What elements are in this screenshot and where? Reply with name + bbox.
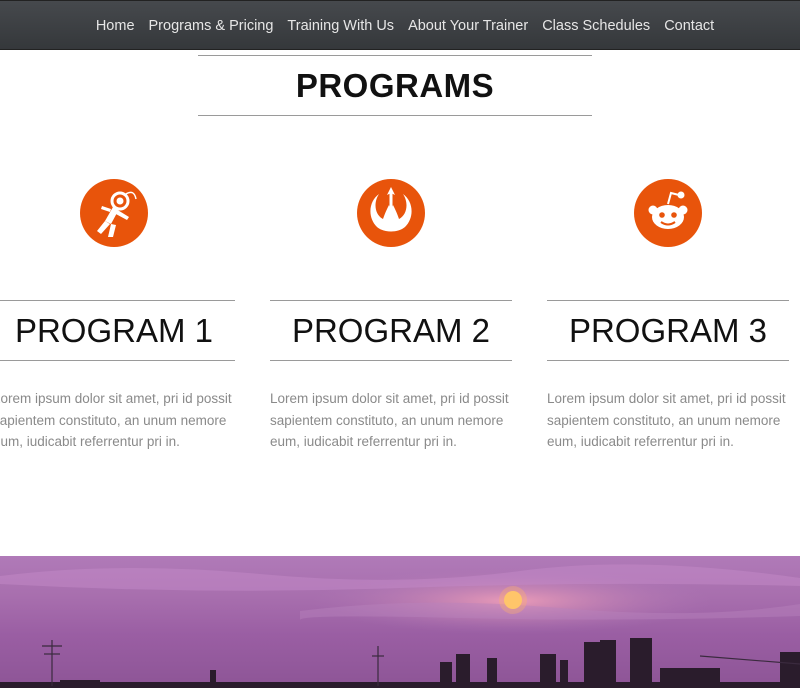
top-navbar: Home Programs & Pricing Training With Us… — [0, 0, 800, 50]
nav-menu: Home Programs & Pricing Training With Us… — [0, 1, 800, 51]
program-1-description: Lorem ipsum dolor sit amet, pri id possi… — [0, 391, 232, 449]
hero-banner-image — [0, 556, 800, 688]
nav-home-link[interactable]: Home — [96, 18, 135, 34]
program-2-title: PROGRAM 2 — [270, 300, 512, 361]
program-3-description: Lorem ipsum dolor sit amet, pri id possi… — [547, 391, 786, 449]
programs-heading: PROGRAMS — [198, 55, 592, 116]
nav-programs-pricing-link[interactable]: Programs & Pricing — [149, 18, 274, 34]
program-1-title: PROGRAM 1 — [0, 300, 235, 361]
astronaut-icon — [80, 179, 148, 247]
program-3-title: PROGRAM 3 — [547, 300, 789, 361]
nav-training-link[interactable]: Training With Us — [287, 18, 394, 34]
nav-contact-link[interactable]: Contact — [664, 18, 714, 34]
rebel-alliance-icon — [357, 179, 425, 247]
reddit-alien-icon — [634, 179, 702, 247]
nav-about-trainer-link[interactable]: About Your Trainer — [408, 18, 528, 34]
program-2-description: Lorem ipsum dolor sit amet, pri id possi… — [270, 391, 509, 449]
nav-class-schedules-link[interactable]: Class Schedules — [542, 18, 650, 34]
